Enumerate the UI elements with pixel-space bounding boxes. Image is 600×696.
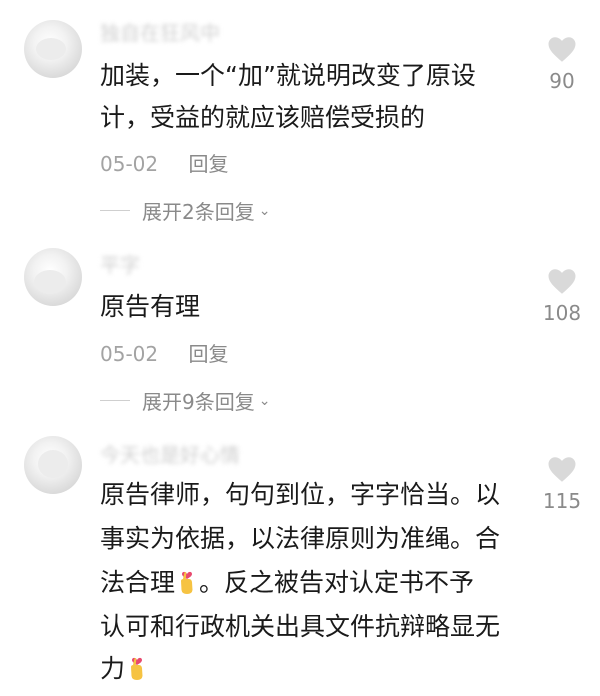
- chevron-down-icon: ⌄: [258, 202, 271, 219]
- like-count: 108: [542, 301, 582, 325]
- comment-username[interactable]: 独自在狂风中: [100, 22, 230, 44]
- chevron-down-icon: ⌄: [258, 392, 271, 409]
- crossed-fingers-heart-emoji: [131, 657, 143, 680]
- crossed-fingers-heart-emoji: [181, 571, 193, 594]
- like-button[interactable]: 90: [532, 36, 592, 93]
- expand-replies-label: 展开2条回复: [142, 200, 255, 224]
- comment-text-line: 原告有理: [100, 292, 201, 321]
- heart-icon: [548, 37, 576, 62]
- like-count: 115: [542, 489, 582, 513]
- comment-text-line: 原告律师，句句到位，字字恰当。以: [100, 480, 501, 509]
- divider-line: [100, 210, 130, 211]
- expand-replies-button[interactable]: 展开9条回复 ⌄: [100, 386, 270, 415]
- expand-replies-label: 展开9条回复: [142, 390, 255, 414]
- comment-text-line: 法合理 。反之被告对认定书不予: [100, 562, 474, 604]
- comment-text-fragment: 。反之被告对认定书不予: [199, 568, 475, 597]
- expand-replies-button[interactable]: 展开2条回复 ⌄: [100, 196, 270, 225]
- comment-text-fragment: 法合理: [100, 568, 176, 597]
- comment-text-line: 计，受益的就应该赔偿受损的: [100, 103, 426, 132]
- avatar[interactable]: [24, 436, 82, 494]
- avatar[interactable]: [24, 20, 82, 78]
- comment-username[interactable]: 今天也是好心情: [100, 444, 240, 466]
- heart-icon: [548, 457, 576, 482]
- comment-username[interactable]: 平字: [100, 254, 160, 276]
- comment-text-line: 认可和行政机关出具文件抗辩略显无: [100, 612, 501, 641]
- like-count: 90: [549, 69, 575, 93]
- comment-date: 05-02: [100, 152, 159, 176]
- comment-meta: 05-02 回复: [100, 148, 228, 177]
- comment-text-line: 事实为依据，以法律原则为准绳。合: [100, 524, 501, 553]
- divider-line: [100, 400, 130, 401]
- comment-text-line: 加装，一个“加”就说明改变了原设: [100, 61, 476, 90]
- avatar[interactable]: [24, 248, 82, 306]
- like-button[interactable]: 115: [532, 456, 592, 513]
- heart-icon: [548, 269, 576, 294]
- comment-text-line: 力: [100, 648, 149, 690]
- comment-text-fragment: 力: [100, 654, 126, 683]
- reply-button[interactable]: 回复: [188, 342, 228, 366]
- comment-meta: 05-02 回复: [100, 338, 228, 367]
- comment-date: 05-02: [100, 342, 159, 366]
- like-button[interactable]: 108: [532, 268, 592, 325]
- reply-button[interactable]: 回复: [188, 152, 228, 176]
